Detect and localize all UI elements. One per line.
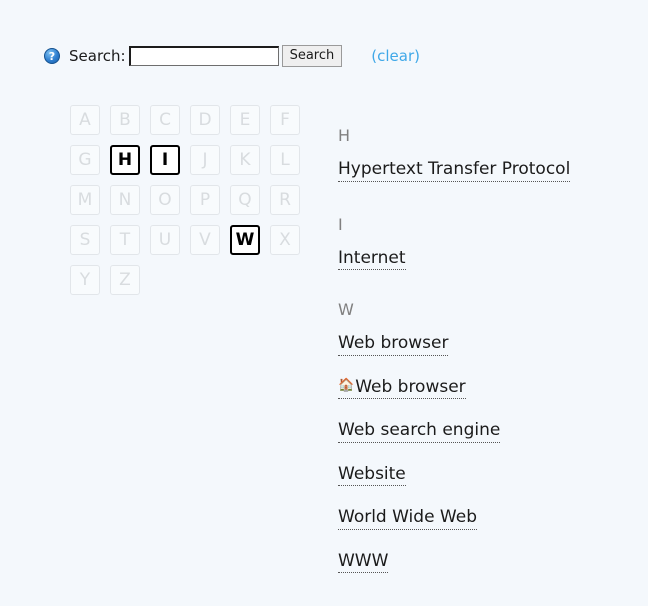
letter-cell-k: K — [230, 145, 260, 175]
letter-cell-c: C — [150, 105, 180, 135]
result-group-i: I Internet — [338, 214, 628, 271]
entry-label: World Wide Web — [338, 507, 477, 528]
entry-label: Web browser — [338, 333, 449, 354]
result-group-w: W Web browser 🏠Web browser Web search engin… — [338, 300, 628, 574]
letter-cell-l: L — [270, 145, 300, 175]
home-icon: 🏠 — [338, 377, 355, 393]
letter-cell-w[interactable]: W — [230, 225, 260, 255]
entry-label: Web browser — [355, 376, 466, 397]
letter-cell-z: Z — [110, 265, 140, 295]
letter-cell-a: A — [70, 105, 100, 135]
letter-cell-o: O — [150, 185, 180, 215]
letter-cell-y: Y — [70, 265, 100, 295]
entry-label: Internet — [338, 247, 406, 268]
entry-link[interactable]: Internet — [338, 247, 406, 271]
letter-cell-n: N — [110, 185, 140, 215]
results-list: H Hypertext Transfer Protocol I Internet W We… — [338, 128, 628, 585]
letter-cell-d: D — [190, 105, 220, 135]
entry-link[interactable]: 🏠Web browser — [338, 376, 466, 400]
entry-label: Hypertext Transfer Protocol — [338, 159, 571, 179]
letter-cell-i[interactable]: I — [150, 145, 180, 175]
letter-cell-b: B — [110, 105, 140, 135]
entry-label: WWW — [338, 550, 389, 571]
letter-cell-r: R — [270, 185, 300, 215]
alphabet-grid: ABCDEF GHIJKL MNOPQR STUVWX YZ — [70, 105, 310, 305]
letter-cell-m: M — [70, 185, 100, 215]
search-label: Search: — [69, 47, 126, 65]
letter-cell-e: E — [230, 105, 260, 135]
letter-cell-x: X — [270, 225, 300, 255]
search-bar: ? Search: Search (clear) — [44, 44, 420, 68]
letter-cell-s: S — [70, 225, 100, 255]
clear-link[interactable]: (clear) — [371, 47, 420, 65]
entry-label: Web search engine — [338, 420, 501, 441]
entry-link[interactable]: WWW — [338, 550, 389, 574]
group-heading: H — [338, 126, 351, 145]
letter-cell-f: F — [270, 105, 300, 135]
letter-cell-j: J — [190, 145, 220, 175]
search-button[interactable]: Search — [281, 45, 343, 67]
letter-cell-h[interactable]: H — [110, 145, 140, 175]
group-heading: W — [338, 300, 354, 320]
entry-link[interactable]: Website — [338, 463, 406, 487]
letter-cell-u: U — [150, 225, 180, 255]
letter-cell-v: V — [190, 225, 220, 255]
letter-cell-p: P — [190, 185, 220, 215]
letter-cell-g: G — [70, 145, 100, 175]
entry-link[interactable]: Web search engine — [338, 420, 501, 443]
entry-label: Website — [338, 463, 406, 484]
search-input[interactable] — [128, 46, 279, 66]
help-circle-icon[interactable]: ? — [44, 48, 60, 64]
entry-link[interactable]: World Wide Web — [338, 508, 477, 530]
entry-link[interactable]: Hypertext Transfer Protocol — [338, 159, 571, 182]
letter-cell-t: T — [110, 225, 140, 255]
letter-cell-q: Q — [230, 185, 260, 215]
group-heading: I — [338, 214, 343, 234]
result-group-h: H Hypertext Transfer Protocol — [338, 128, 628, 182]
entry-link[interactable]: Web browser — [338, 333, 449, 356]
